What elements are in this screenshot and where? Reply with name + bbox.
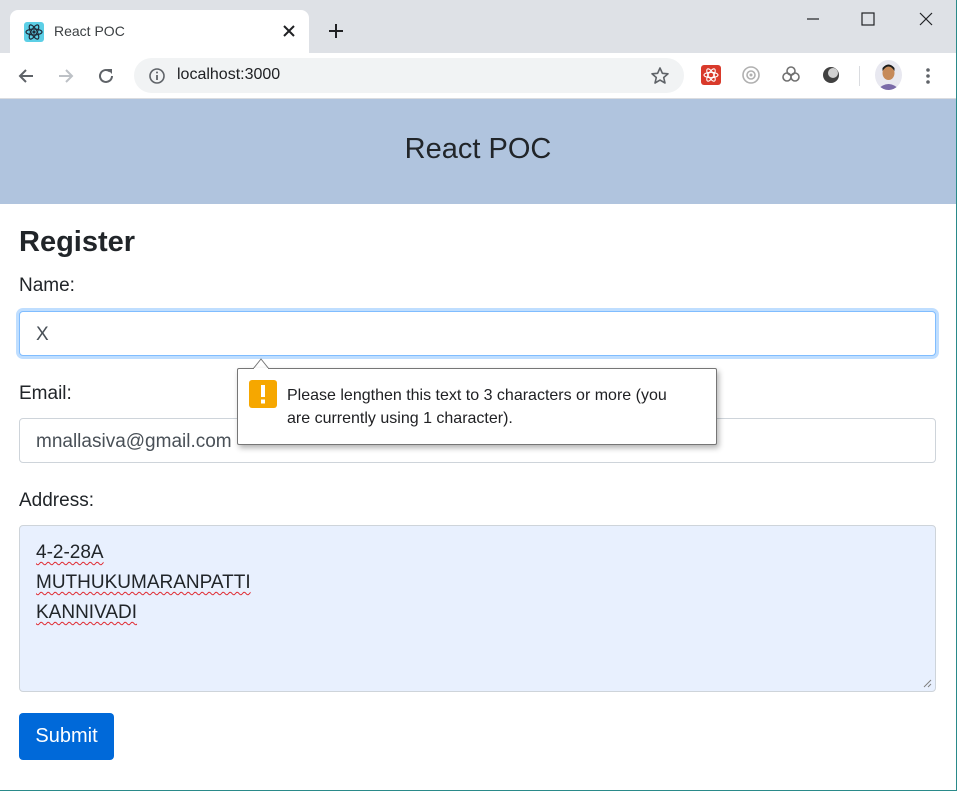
close-window-icon[interactable] [915,8,937,30]
tab-title: React POC [54,23,125,39]
minimize-icon[interactable] [802,8,824,30]
address-textarea[interactable]: 4-2-28A MUTHUKUMARANPATTI KANNIVADI [19,525,936,692]
validation-message: Please lengthen this text to 3 character… [287,384,707,430]
menu-kebab-icon[interactable] [917,65,939,87]
browser-window: React POC localhost:3000 React POC Regis… [0,0,957,791]
react-devtools-extension-icon[interactable] [700,64,722,86]
address-line: MUTHUKUMARANPATTI [36,572,251,593]
validation-message-line: Please lengthen this text to 3 character… [287,387,667,404]
forward-arrow-icon[interactable] [55,65,77,87]
form-title: Register [19,226,136,258]
email-label: Email: [19,383,72,404]
submit-button[interactable]: Submit [19,713,114,760]
url-text: localhost:3000 [177,66,281,83]
resize-handle-icon[interactable] [922,678,932,688]
tab-strip: React POC [0,0,956,53]
app-title: React POC [404,133,552,165]
react-favicon-icon [24,22,44,42]
browser-toolbar: localhost:3000 [0,53,956,99]
validation-tooltip: Please lengthen this text to 3 character… [237,368,717,445]
tooltip-arrow-joint [254,368,268,370]
profile-picture-icon [875,60,902,90]
profile-avatar[interactable] [875,60,902,90]
reload-icon[interactable] [95,65,117,87]
toolbar-divider [859,66,860,86]
sphere-extension-icon[interactable] [820,64,842,86]
bookmark-star-icon[interactable] [650,66,670,86]
rings-extension-icon[interactable] [780,64,802,86]
app-header: React POC [0,99,956,204]
name-label: Name: [19,275,75,296]
target-extension-icon[interactable] [740,64,762,86]
new-tab-icon[interactable] [325,20,347,42]
validation-message-line: are currently using 1 character). [287,410,513,427]
name-input[interactable]: X [19,311,936,356]
address-label: Address: [19,490,94,511]
back-arrow-icon[interactable] [15,65,37,87]
warning-icon [249,380,277,408]
address-line: 4-2-28A [36,542,104,563]
address-line: KANNIVADI [36,602,138,623]
info-icon[interactable] [148,67,166,85]
address-bar[interactable]: localhost:3000 [134,58,684,93]
close-tab-icon[interactable] [278,20,300,42]
browser-tab[interactable]: React POC [10,10,309,53]
maximize-icon[interactable] [857,8,879,30]
